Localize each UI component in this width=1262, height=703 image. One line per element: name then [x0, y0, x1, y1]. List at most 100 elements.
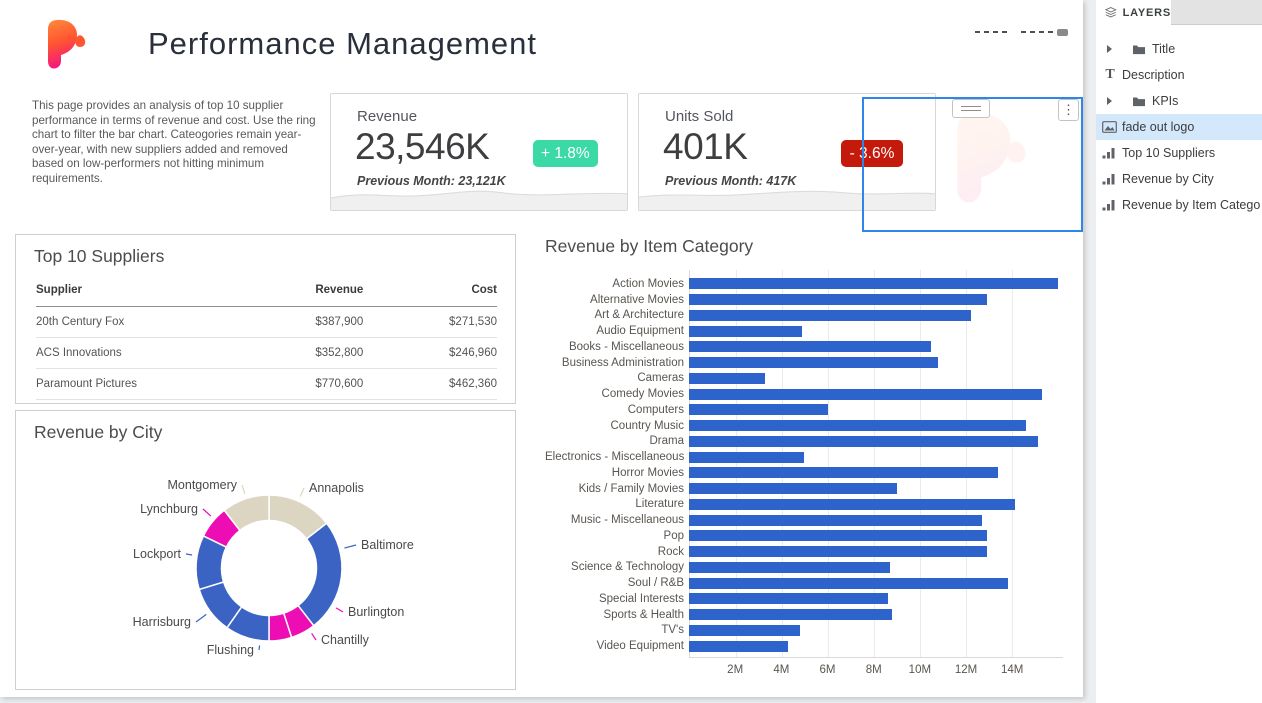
bar-music-miscellaneous	[689, 515, 982, 526]
layer-item-label: Revenue by City	[1122, 172, 1214, 186]
bar-country-music	[689, 420, 1026, 431]
revenue-by-city-panel[interactable]: Revenue by City AnnapolisBaltimoreBurlin…	[15, 410, 516, 690]
table-cell: $352,800	[230, 338, 364, 369]
bar-category-label: Sports & Health	[545, 609, 684, 621]
bar-row: Horror Movies	[545, 465, 1065, 481]
bar-category-label: Special Interests	[545, 593, 684, 605]
kpi-value: 401K	[663, 126, 747, 168]
bar-category-label: Horror Movies	[545, 467, 684, 479]
donut-leader-line	[242, 485, 245, 494]
bar-special-interests	[689, 593, 888, 604]
table-cell: $387,900	[230, 307, 364, 338]
bar-computers	[689, 404, 828, 415]
tab-label: LAYERS	[1123, 7, 1171, 19]
donut-leader-line	[186, 554, 192, 555]
bar-track	[689, 515, 1063, 526]
layer-item-revenue-by-city[interactable]: Revenue by City	[1096, 166, 1262, 192]
selection-menu-kebab-icon[interactable]: ⋮	[1058, 99, 1079, 121]
bar-category-label: Comedy Movies	[545, 388, 684, 400]
bar-soul-r-b	[689, 578, 1008, 589]
bar-audio-equipment	[689, 326, 802, 337]
bar-row: Business Administration	[545, 355, 1065, 371]
donut-label: Harrisburg	[133, 615, 191, 629]
bar-track	[689, 341, 1063, 352]
donut-leader-line	[300, 488, 304, 497]
bar-track	[689, 562, 1063, 573]
layer-item-kpis[interactable]: KPIs	[1096, 88, 1262, 114]
bar-track	[689, 310, 1063, 321]
table-row[interactable]: Paramount Pictures$770,600$462,360	[36, 369, 497, 400]
image-icon	[1102, 121, 1122, 133]
brand-logo-icon[interactable]	[42, 16, 94, 76]
table-row[interactable]: 20th Century Fox$387,900$271,530	[36, 307, 497, 338]
donut-label: Lynchburg	[140, 502, 198, 516]
layer-item-description[interactable]: T Description	[1096, 62, 1262, 88]
donut-label: Chantilly	[321, 633, 370, 647]
bar-row: Country Music	[545, 418, 1065, 434]
kpi-label: Revenue	[357, 108, 417, 125]
x-tick-label: 12M	[955, 664, 977, 676]
donut-slice-baltimore[interactable]	[298, 523, 342, 625]
donut-leader-line	[312, 633, 316, 640]
bar-category-label: Kids / Family Movies	[545, 483, 684, 495]
bar-category-label: Soul / R&B	[545, 577, 684, 589]
layer-item-fade-out-logo[interactable]: fade out logo	[1096, 114, 1262, 140]
bar-track	[689, 404, 1063, 415]
donut-leader-line	[344, 545, 356, 548]
tab-layers[interactable]: LAYERS	[1096, 0, 1171, 25]
donut-leader-line	[196, 614, 206, 622]
expander-chevron-icon[interactable]	[1102, 45, 1116, 53]
bar-row: Music - Miscellaneous	[545, 512, 1065, 528]
bar-kids-family-movies	[689, 483, 897, 494]
bar-category-label: Pop	[545, 530, 684, 542]
table-cell: Paramount Pictures	[36, 369, 230, 400]
page-title[interactable]: Performance Management	[148, 26, 537, 62]
bar-category-label: Electronics - Miscellaneous	[545, 451, 684, 463]
bar-category-label: Art & Architecture	[545, 309, 684, 321]
x-tick-label: 8M	[866, 664, 882, 676]
table-cell: $246,960	[363, 338, 497, 369]
bar-track	[689, 609, 1063, 620]
bar-row: Soul / R&B	[545, 575, 1065, 591]
bar-track	[689, 578, 1063, 589]
bar-science-technology	[689, 562, 890, 573]
x-axis-ticks: 2M4M6M8M10M12M14M	[689, 664, 1063, 680]
layer-item-title[interactable]: Title	[1096, 36, 1262, 62]
bar-pop	[689, 530, 987, 541]
revenue-by-city-donut-chart[interactable]: AnnapolisBaltimoreBurlingtonChantillyFlu…	[16, 411, 517, 689]
layer-item-top-10-suppliers[interactable]: Top 10 Suppliers	[1096, 140, 1262, 166]
bar-books-miscellaneous	[689, 341, 931, 352]
top-10-suppliers-panel[interactable]: Top 10 Suppliers SupplierRevenueCost 20t…	[15, 234, 516, 404]
expander-chevron-icon[interactable]	[1102, 97, 1116, 105]
revenue-by-item-category-chart[interactable]: Revenue by Item Category Action MoviesAl…	[545, 236, 1067, 692]
table-row[interactable]: ACS Innovations$352,800$246,960	[36, 338, 497, 369]
bar-category-label: Country Music	[545, 420, 684, 432]
bar-track	[689, 530, 1063, 541]
layers-icon	[1105, 6, 1117, 19]
dashboard-canvas: Performance Management This page provide…	[0, 0, 1083, 697]
layer-item-revenue-by-item-catego[interactable]: Revenue by Item Catego	[1096, 192, 1262, 218]
description-text[interactable]: This page provides an analysis of top 10…	[32, 99, 316, 187]
layer-item-label: Description	[1122, 68, 1185, 82]
bar-category-label: Computers	[545, 404, 684, 416]
bar-horror-movies	[689, 467, 998, 478]
donut-label: Montgomery	[168, 478, 238, 492]
selection-drag-handle-icon[interactable]	[952, 99, 990, 118]
x-tick-label: 2M	[727, 664, 743, 676]
bar-track	[689, 389, 1063, 400]
layer-item-label: Top 10 Suppliers	[1122, 146, 1215, 160]
chart-title: Revenue by Item Category	[545, 236, 1067, 257]
bar-category-label: Audio Equipment	[545, 325, 684, 337]
bar-track	[689, 326, 1063, 337]
bar-track	[689, 357, 1063, 368]
kpi-card-revenue[interactable]: Revenue 23,546K + 1.8% Previous Month: 2…	[330, 93, 628, 211]
bar-row: Comedy Movies	[545, 386, 1065, 402]
bar-row: TV's	[545, 623, 1065, 639]
layer-item-label: KPIs	[1152, 94, 1178, 108]
text-icon: T	[1102, 67, 1118, 83]
bar-category-label: Science & Technology	[545, 561, 684, 573]
bar-literature	[689, 499, 1015, 510]
donut-label: Burlington	[348, 605, 404, 619]
folder-icon	[1132, 96, 1152, 107]
kpi-delta-badge: + 1.8%	[533, 140, 598, 167]
